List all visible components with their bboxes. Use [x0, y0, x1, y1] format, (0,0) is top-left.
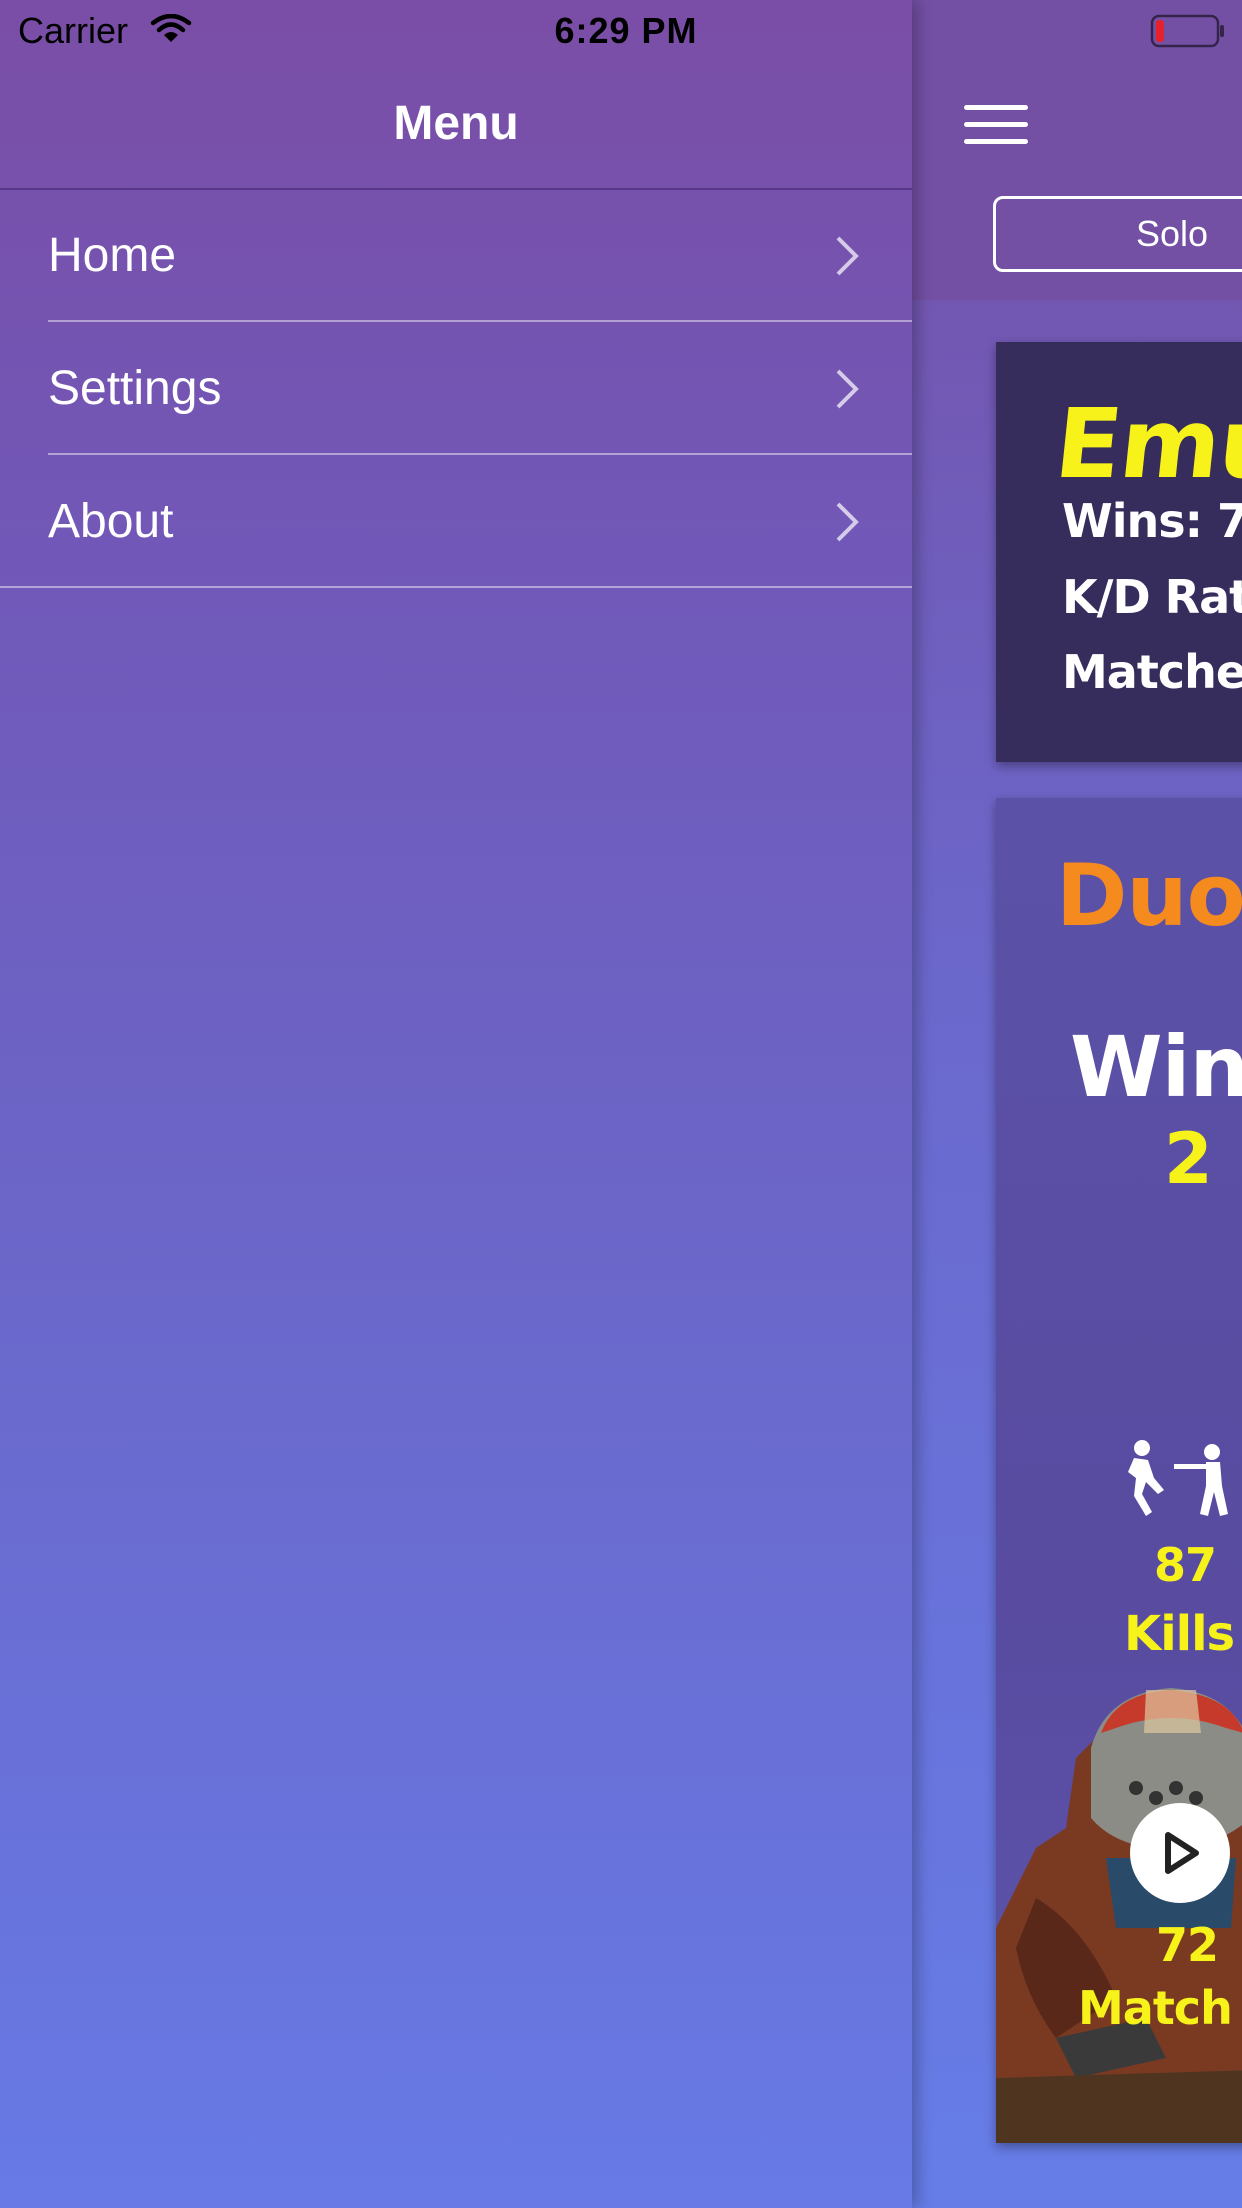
segment-solo-label: Solo	[1136, 213, 1209, 254]
battery-level	[1156, 20, 1164, 42]
duo-matches-label: Match	[1078, 1981, 1233, 2035]
side-menu: Menu Home Settings About	[0, 0, 912, 2208]
menu-item-settings[interactable]: Settings	[0, 323, 912, 455]
hamburger-menu-icon[interactable]	[964, 105, 1028, 145]
segment-solo-button[interactable]: Solo	[993, 196, 1242, 272]
chevron-right-icon	[836, 369, 859, 409]
play-icon	[1165, 1832, 1199, 1874]
duo-wins-label: Wins	[1070, 1018, 1242, 1116]
divider	[48, 453, 912, 455]
play-button[interactable]	[1130, 1803, 1230, 1903]
solo-matches: Matche	[1062, 645, 1242, 699]
battery-low-icon	[1150, 14, 1224, 48]
menu-item-about[interactable]: About	[0, 456, 912, 588]
status-bar: Carrier 6:29 PM	[0, 0, 1242, 60]
divider	[0, 586, 912, 588]
duo-title: Duo	[1056, 846, 1242, 946]
clock: 6:29 PM	[554, 10, 698, 51]
menu-item-label: About	[48, 495, 174, 548]
duo-kills-value: 87	[1154, 1538, 1217, 1592]
solo-stats-card[interactable]: Emu Wins: 7 K/D Rat Matche	[996, 342, 1242, 762]
chevron-right-icon	[836, 502, 859, 542]
duo-kills-label: Kills	[1124, 1606, 1235, 1662]
menu-item-label: Home	[48, 229, 177, 282]
menu-title: Menu	[393, 97, 519, 150]
player-name: Emu	[1050, 388, 1242, 500]
duo-matches-value: 72	[1156, 1918, 1219, 1972]
duo-stats-card[interactable]: Duo Wins 2 87 Kills	[996, 798, 1242, 2143]
duo-wins-value: 2	[1164, 1118, 1213, 1200]
chevron-right-icon	[836, 236, 859, 276]
divider	[48, 320, 912, 322]
menu-item-label: Settings	[48, 362, 222, 415]
menu-item-home[interactable]: Home	[0, 190, 912, 322]
solo-wins: Wins: 7	[1062, 494, 1242, 548]
main-view: Solo Emu Wins: 7 K/D Rat Matche Duo Wins…	[912, 0, 1242, 2208]
kill-icon	[1128, 1440, 1228, 1516]
solo-kd-ratio: K/D Rat	[1062, 570, 1242, 624]
